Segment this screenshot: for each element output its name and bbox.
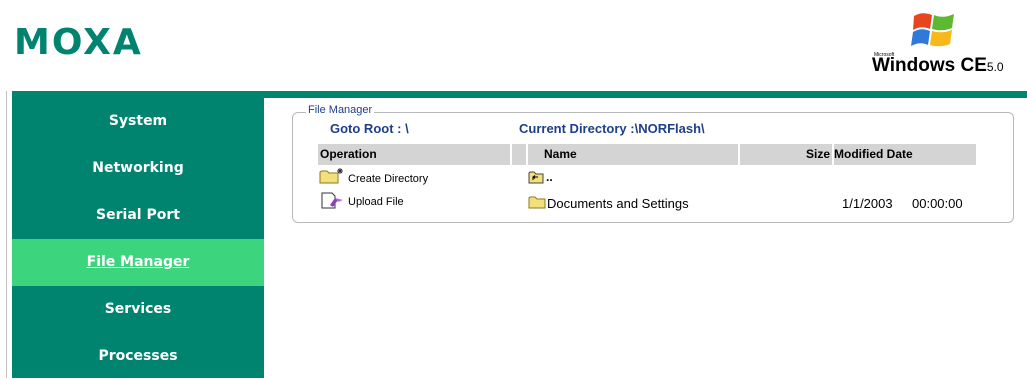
top-accent-bar [12, 91, 1027, 98]
create-directory-button[interactable]: Create Directory [348, 173, 428, 185]
modified-time: 00:00:00 [912, 196, 963, 211]
current-directory: Current Directory :\NORFlash\ [519, 121, 705, 136]
column-header-spacer [512, 144, 526, 165]
file-manager-legend: File Manager [306, 104, 375, 116]
sidebar-item-networking[interactable]: Networking [12, 145, 264, 192]
sidebar: System Networking Serial Port File Manag… [12, 98, 264, 378]
folder-icon[interactable] [528, 195, 546, 209]
sidebar-item-serial-port[interactable]: Serial Port [12, 192, 264, 239]
sidebar-item-system[interactable]: System [12, 98, 264, 145]
parent-directory-link[interactable]: .. [546, 170, 553, 184]
column-header-size: Size [740, 144, 832, 165]
parent-folder-icon[interactable] [528, 170, 544, 184]
sidebar-item-file-manager[interactable]: File Manager [12, 239, 264, 286]
sidebar-item-services[interactable]: Services [12, 286, 264, 333]
moxa-logo: MOXA [14, 22, 143, 63]
column-header-modified-date: Modified Date [834, 144, 976, 165]
windows-ce-text: Windows CE5.0 [872, 55, 1004, 76]
folder-link-documents-and-settings[interactable]: Documents and Settings [547, 196, 689, 211]
goto-root-link[interactable]: Goto Root : \ [330, 121, 409, 136]
column-header-name: Name [528, 144, 738, 165]
modified-date: 1/1/2003 [842, 196, 893, 211]
windows-flag-icon [911, 13, 954, 47]
sidebar-item-processes[interactable]: Processes [12, 333, 264, 380]
upload-file-icon[interactable] [319, 192, 345, 210]
upload-file-button[interactable]: Upload File [348, 196, 404, 208]
windows-ce-logo: Microsoft Windows CE5.0 [872, 8, 1027, 80]
column-header-operation: Operation [318, 144, 510, 165]
new-folder-icon[interactable] [319, 167, 345, 185]
